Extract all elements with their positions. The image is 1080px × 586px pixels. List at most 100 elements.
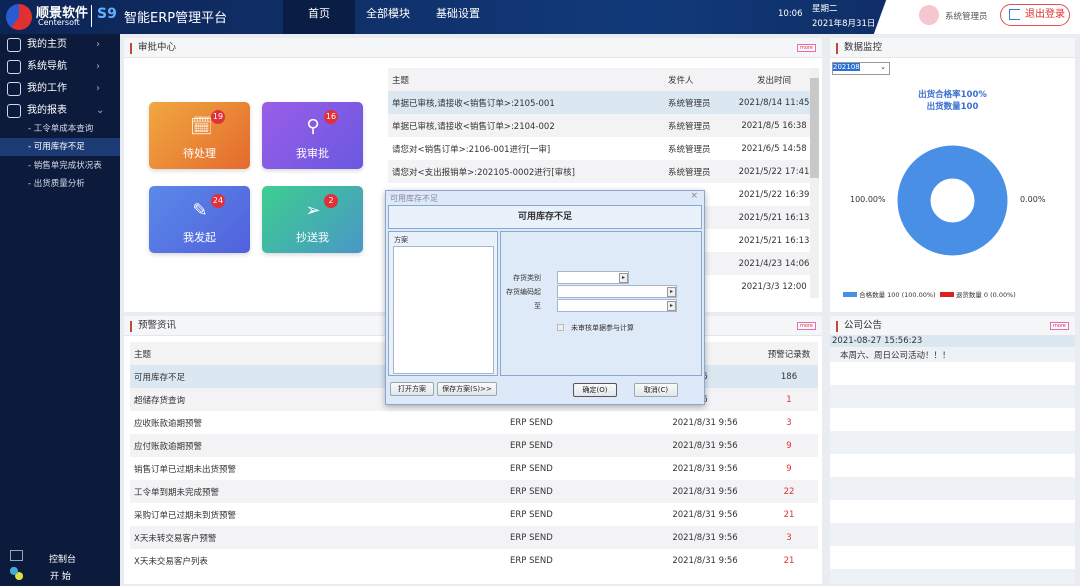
col-subject: 主题 [388,68,668,91]
badge: 24 [211,194,225,208]
cell-count: 1 [760,388,818,411]
close-icon[interactable]: × [690,191,698,201]
ok-button[interactable]: 确定(O) [573,383,617,397]
cancel-button[interactable]: 取消(C) [634,383,678,397]
table-row[interactable]: 请您对<销售订单>:2106-001进行[一审] 系统管理员 2021/6/5 14… [388,137,810,160]
table-row[interactable]: 应付账款逾期预警 ERP SEND 2021/8/31 9:56 9 [130,434,818,457]
cell-time: 2021/8/31 9:56 [672,509,738,520]
badge: 16 [324,110,338,124]
start-link[interactable]: 开 始 [50,569,71,582]
console-link[interactable]: 控制台 [49,552,76,565]
dialog-heading: 可用库存不足 [388,205,702,229]
cell-subject: 销售订单已过期未出货预警 [134,464,237,475]
tile-label: 我发起 [183,231,216,244]
tile-label: 待处理 [183,147,216,160]
cell-sender: ERP SEND [510,480,650,503]
legend-name: 合格数量 [859,291,886,299]
cell-count: 9 [760,434,818,457]
tile-pending[interactable]: 🗓 19 待处理 [149,102,250,169]
more-button[interactable]: more [797,322,816,330]
legend-name: 退货数量 [955,291,982,299]
table-row[interactable]: 请您对<支出报销单>:202105-0002进行[审核] 系统管理员 2021/5/… [388,160,810,183]
cell-sender: ERP SEND [510,463,553,474]
cell-sender: ERP SEND [510,417,553,428]
table-row[interactable]: 销售订单已过期未出货预警 ERP SEND 2021/8/31 9:56 9 [130,457,818,480]
tile-label: 抄送我 [296,231,329,244]
cell-subject: 工令单到期未完成预警 [130,480,510,503]
field-label: 存货编码起 [506,288,541,296]
field-label: 存货类别 [513,274,541,282]
sidebar-item-work[interactable]: 我的工作 › [0,78,120,100]
sidebar-sub-sales-status[interactable]: - 销售单完成状况表 [0,157,120,175]
sidebar-sub-quality-analysis[interactable]: - 出货质量分析 [0,175,120,193]
chevron-down-icon: ⌄ [880,63,886,71]
monitor-panel: 数据监控 202108 ⌄ 出货合格率100% 出货数量100 100.00% 0… [830,38,1075,312]
scheme-list[interactable] [393,246,494,374]
cell-sender: 系统管理员 [668,114,738,137]
period-select[interactable]: 202108 ⌄ [832,62,890,75]
cell-subject: 请您对<支出报销单>:202105-0002进行[审核] [388,160,668,183]
panel-title: 公司公告 [830,316,1075,336]
save-scheme-button[interactable]: 保存方案(S)>> [437,382,497,396]
field-label: 至 [534,302,541,310]
more-button[interactable]: more [797,44,816,52]
nav-home[interactable]: 首页 [283,0,355,34]
table-row[interactable]: X天未交易客户列表 ERP SEND 2021/8/31 9:56 21 [130,549,818,572]
chart-subtitle: 出货数量100 [926,102,979,112]
logout-label: 退出登录 [1025,9,1065,20]
cell-sender: ERP SEND [510,509,553,520]
open-scheme-button[interactable]: 打开方案 [390,382,434,396]
table-row[interactable]: 采购订单已过期未到货预警 ERP SEND 2021/8/31 9:56 21 [130,503,818,526]
avatar[interactable] [919,5,939,25]
brand-logo-icon [6,4,32,30]
notice-time: 2021-08-27 15:56:23 [830,336,1075,347]
dropdown-icon: ▸ [619,273,628,283]
cell-sender: ERP SEND [510,555,553,566]
logout-button[interactable]: 退出登录 [1000,4,1070,26]
table-row[interactable]: 应收账款逾期预警 ERP SEND 2021/8/31 9:56 3 [130,411,818,434]
legend-detail: 100 (100.00%) [887,291,936,299]
cell-count: 3 [760,526,818,549]
label-left: 100.00% [850,195,886,204]
nav-basic-settings[interactable]: 基础设置 [430,0,486,34]
table-row[interactable]: 单据已审核,请接收<销售订单>:2104-002 系统管理员 2021/8/5 16… [388,114,810,137]
chevron-down-icon: ⌄ [96,105,105,116]
map-pin-icon [7,60,21,74]
sidebar-sub-work-order-cost[interactable]: - 工令单成本查询 [0,120,120,138]
chevron-right-icon: › [96,83,100,94]
col-sender: 发件人 [668,68,738,91]
cell-subject: 采购订单已过期未到货预警 [134,510,237,521]
table-row[interactable]: X天未转交易客户预警 ERP SEND 2021/8/31 9:56 3 [130,526,818,549]
stock-code-from-input[interactable]: ▸ [557,285,677,298]
table-row[interactable]: 工令单到期未完成预警 ERP SEND 2021/8/31 9:56 22 [130,480,818,503]
cell-count: 3 [786,417,792,428]
more-button[interactable]: more [1050,322,1069,330]
donut-slice-0[interactable] [897,145,1008,256]
scheme-label: 方案 [394,236,408,244]
cell-time: 2021/5/21 16:13 [738,206,810,229]
chevron-right-icon: › [96,61,100,72]
scrollbar[interactable] [810,68,819,298]
stock-category-input[interactable]: ▸ [557,271,629,284]
tile-cc-me[interactable]: ➢ 2 抄送我 [262,186,363,253]
cell-sender: 系统管理员 [668,91,738,114]
sidebar-item-navigation[interactable]: 系统导航 › [0,56,120,78]
tile-initiated[interactable]: ✎ 24 我发起 [149,186,250,253]
table-row[interactable]: 单据已审核,请接收<销售订单>:2105-001 系统管理员 2021/8/14 1… [388,91,810,114]
cell-time: 2021/8/31 9:56 [672,463,738,474]
unaudited-checkbox[interactable] [557,324,564,331]
stock-code-to-input[interactable]: ▸ [557,299,677,312]
cell-time: 2021/8/5 16:38 [738,114,810,137]
sidebar-item-home[interactable]: 我的主页 › [0,34,120,56]
notice-text[interactable]: 本周六、周日公司活动！！！ [840,349,951,361]
cell-time: 2021/8/14 11:45 [738,91,810,114]
date: 2021年8月31日 [812,19,876,29]
cell-count: 186 [760,365,818,388]
tile-my-approval[interactable]: ⚲ 16 我审批 [262,102,363,169]
sidebar-item-reports[interactable]: 我的报表 ⌄ [0,100,120,122]
brand-en: Centersoft [38,18,80,27]
nav-all-modules[interactable]: 全部模块 [360,0,416,34]
cell-time: 2021/5/22 17:41 [738,160,810,183]
cell-count: 21 [783,555,795,566]
sidebar-sub-stock-shortage[interactable]: - 可用库存不足 [0,138,120,156]
